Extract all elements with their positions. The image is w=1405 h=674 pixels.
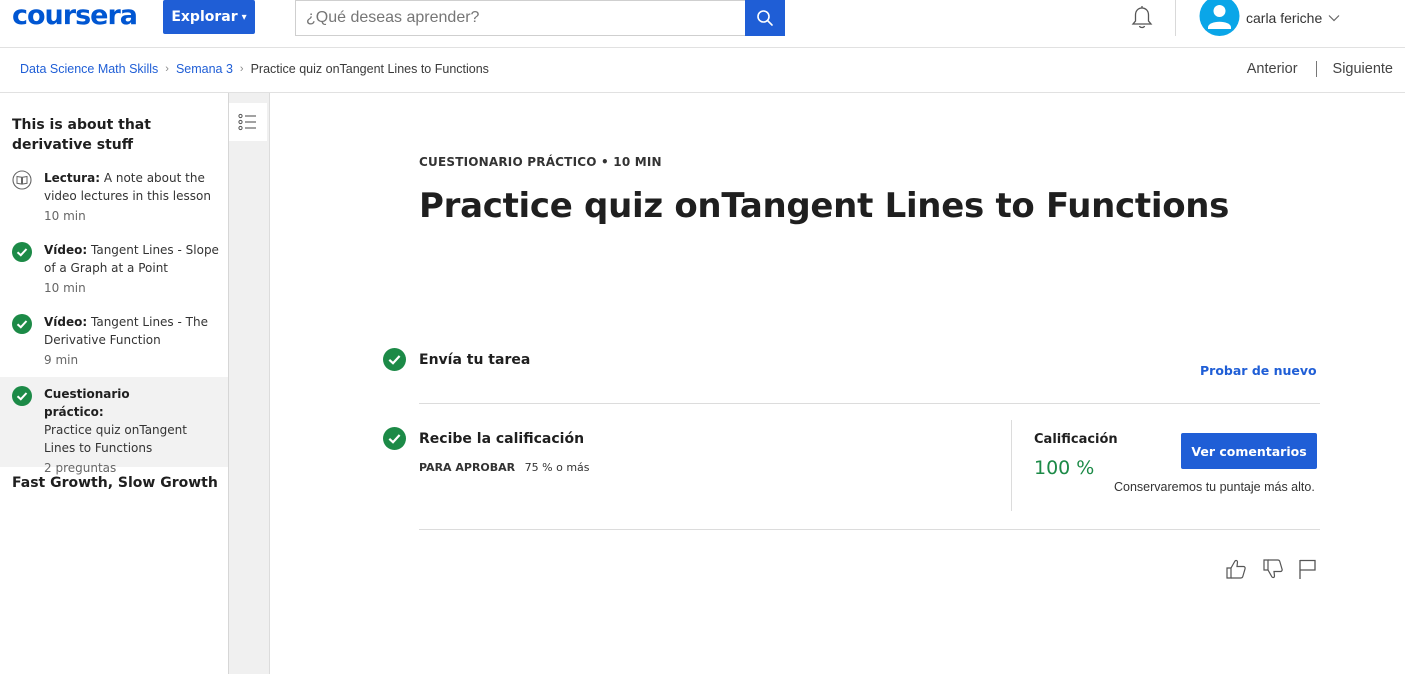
avatar [1199, 0, 1240, 36]
sidebar-item-quiz[interactable]: Cuestionario práctico: Practice quiz onT… [0, 377, 228, 475]
next-link[interactable]: Siguiente [1333, 61, 1393, 77]
check-icon [12, 314, 32, 334]
search-button[interactable] [745, 0, 785, 36]
search-icon [757, 10, 773, 26]
item-kind: Cuestionario práctico: [44, 387, 130, 419]
item-duration: 9 min [44, 353, 79, 367]
divider [419, 529, 1320, 530]
book-icon [12, 170, 32, 190]
highest-score-note: Conservaremos tu puntaje más alto. [1114, 480, 1315, 494]
thumbs-down-icon[interactable] [1262, 558, 1284, 580]
check-icon [12, 386, 32, 406]
toc-rail [229, 93, 270, 674]
toggle-outline-button[interactable] [229, 103, 267, 141]
course-sidebar: This is about that derivative stuff Lect… [0, 93, 229, 674]
breadcrumb-week[interactable]: Semana 3 [176, 62, 233, 76]
grade-label: Calificación [1034, 432, 1118, 447]
item-kind: Vídeo: [44, 243, 88, 257]
sidebar-item-video-2[interactable]: Vídeo: Tangent Lines - The Derivative Fu… [0, 313, 228, 369]
breadcrumb: Data Science Math Skills › Semana 3 › Pr… [20, 62, 489, 76]
list-icon [238, 113, 256, 131]
divider [419, 403, 1320, 404]
sidebar-item-reading[interactable]: Lectura: A note about the video lectures… [0, 169, 228, 225]
view-feedback-button[interactable]: Ver comentarios [1181, 433, 1317, 469]
try-again-link[interactable]: Probar de nuevo [1200, 363, 1317, 378]
grade-divider [1011, 420, 1012, 511]
flag-icon[interactable] [1297, 558, 1319, 580]
sidebar-section-title[interactable]: This is about that derivative stuff [12, 115, 212, 155]
thumbs-up-icon[interactable] [1225, 558, 1247, 580]
nav-divider [1315, 61, 1317, 77]
page-title: Practice quiz onTangent Lines to Functio… [419, 186, 1230, 226]
previous-link[interactable]: Anterior [1247, 61, 1298, 77]
item-duration: 10 min [44, 281, 86, 295]
item-kind: Vídeo: [44, 315, 88, 329]
item-title: Practice quiz onTangent Lines to Functio… [44, 423, 187, 455]
top-header: coursera Explorar ▾ carla feriche [0, 0, 1405, 48]
breadcrumb-current: Practice quiz onTangent Lines to Functio… [250, 62, 489, 76]
user-menu[interactable]: carla feriche [1199, 0, 1340, 36]
item-kind: Lectura: [44, 171, 100, 185]
chevron-right-icon: › [165, 63, 169, 75]
user-avatar-icon [1199, 0, 1240, 36]
notifications-button[interactable] [1128, 4, 1156, 32]
pass-label: PARA APROBAR [419, 461, 516, 474]
chevron-right-icon: › [239, 63, 244, 75]
passing-requirement: PARA APROBAR 75 % o más [419, 461, 590, 474]
chevron-down-icon [1328, 15, 1340, 22]
check-icon [383, 348, 406, 371]
breadcrumb-bar: Data Science Math Skills › Semana 3 › Pr… [0, 48, 1405, 93]
sidebar-section-title[interactable]: Fast Growth, Slow Growth [12, 473, 218, 493]
item-meta: CUESTIONARIO PRÁCTICO • 10 MIN [419, 155, 662, 169]
grade-step-title: Recibe la calificación [419, 431, 585, 447]
check-icon [12, 242, 32, 262]
check-icon [383, 427, 406, 450]
pass-value: 75 % o más [524, 461, 590, 474]
breadcrumb-course[interactable]: Data Science Math Skills [20, 62, 158, 76]
explore-button[interactable]: Explorar ▾ [163, 0, 255, 34]
header-divider [1175, 0, 1176, 36]
chevron-down-icon: ▾ [241, 11, 247, 23]
search-input[interactable] [295, 0, 745, 36]
bell-icon [1131, 6, 1153, 29]
search-bar [295, 0, 785, 36]
grade-value: 100 % [1034, 457, 1095, 479]
explore-label: Explorar [171, 9, 238, 25]
user-name: carla feriche [1246, 10, 1323, 26]
item-duration: 10 min [44, 209, 86, 223]
sidebar-item-video-1[interactable]: Vídeo: Tangent Lines - Slope of a Graph … [0, 241, 228, 297]
coursera-logo[interactable]: coursera [12, 1, 138, 31]
submit-step-title: Envía tu tarea [419, 352, 531, 368]
item-navigation: Anterior Siguiente [1247, 61, 1393, 77]
